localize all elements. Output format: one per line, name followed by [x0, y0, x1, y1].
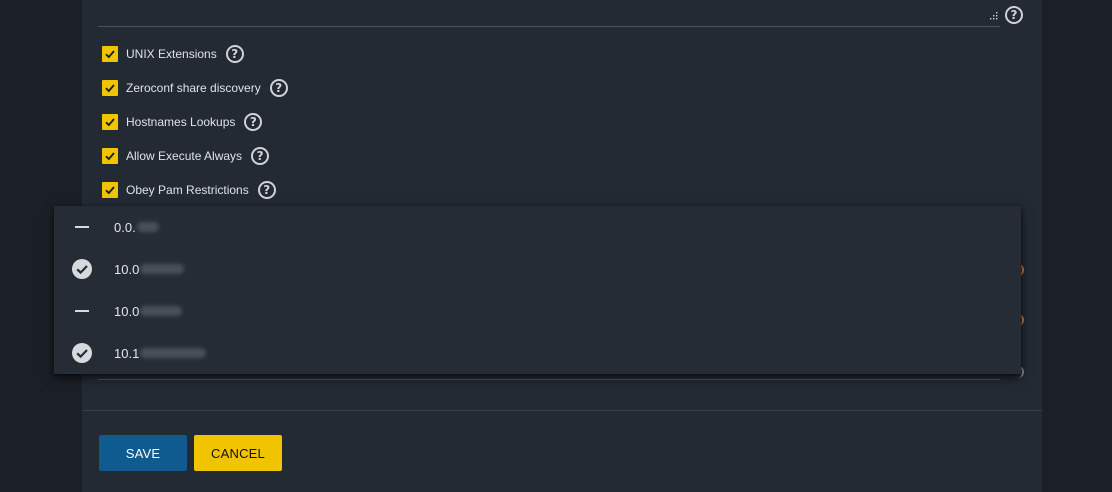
- minus-icon: [71, 216, 93, 238]
- save-button[interactable]: SAVE: [99, 435, 187, 471]
- checkbox-label: Zeroconf share discovery: [126, 81, 261, 95]
- checkbox-checked-icon[interactable]: [102, 46, 118, 62]
- checkbox-hostnames-lookups[interactable]: Hostnames Lookups ?: [102, 112, 263, 132]
- checkbox-label: UNIX Extensions: [126, 47, 217, 61]
- checkbox-allow-execute-always[interactable]: Allow Execute Always ?: [102, 146, 270, 166]
- dropdown-option[interactable]: 10.0: [54, 290, 1021, 332]
- help-icon[interactable]: ?: [251, 147, 270, 165]
- help-icon[interactable]: ?: [269, 79, 288, 97]
- form-actions-divider: [82, 410, 1042, 411]
- check-circle-icon: [71, 342, 93, 364]
- checkbox-label: Hostnames Lookups: [126, 115, 236, 129]
- bind-ip-field-underline: [98, 379, 1000, 380]
- checkbox-checked-icon[interactable]: [102, 182, 118, 198]
- checkbox-obey-pam-restrictions[interactable]: Obey Pam Restrictions ?: [102, 180, 276, 200]
- check-circle-icon: [71, 258, 93, 280]
- cancel-button[interactable]: CANCEL: [194, 435, 282, 471]
- checkbox-label: Allow Execute Always: [126, 149, 243, 163]
- checkbox-checked-icon[interactable]: [102, 148, 118, 164]
- option-label: 10.0: [114, 261, 140, 277]
- dropdown-option[interactable]: 0.0.: [54, 206, 1021, 248]
- redacted-mask: [136, 222, 159, 232]
- option-label: 10.0: [114, 303, 140, 319]
- help-icon[interactable]: ?: [1005, 6, 1023, 24]
- checkbox-zeroconf-share-discovery[interactable]: Zeroconf share discovery ?: [102, 78, 288, 98]
- checkbox-unix-extensions[interactable]: UNIX Extensions ?: [102, 44, 244, 64]
- aux-parameters-textarea[interactable]: [98, 0, 1000, 27]
- redacted-mask: [140, 264, 185, 274]
- dropdown-option[interactable]: 10.1: [54, 332, 1021, 374]
- resize-handle-icon[interactable]: [990, 12, 998, 20]
- redacted-mask: [140, 348, 207, 358]
- option-label: 0.0.: [114, 219, 136, 235]
- bind-ip-dropdown: 0.0. 10.0 10.0 10.1: [54, 206, 1021, 374]
- help-icon[interactable]: ?: [244, 113, 263, 131]
- redacted-mask: [140, 306, 183, 316]
- checkbox-label: Obey Pam Restrictions: [126, 183, 249, 197]
- checkbox-checked-icon[interactable]: [102, 114, 118, 130]
- minus-icon: [71, 300, 93, 322]
- option-label: 10.1: [114, 345, 140, 361]
- dropdown-option[interactable]: 10.0: [54, 248, 1021, 290]
- help-icon[interactable]: ?: [225, 45, 244, 63]
- checkbox-checked-icon[interactable]: [102, 80, 118, 96]
- help-icon[interactable]: ?: [257, 181, 276, 199]
